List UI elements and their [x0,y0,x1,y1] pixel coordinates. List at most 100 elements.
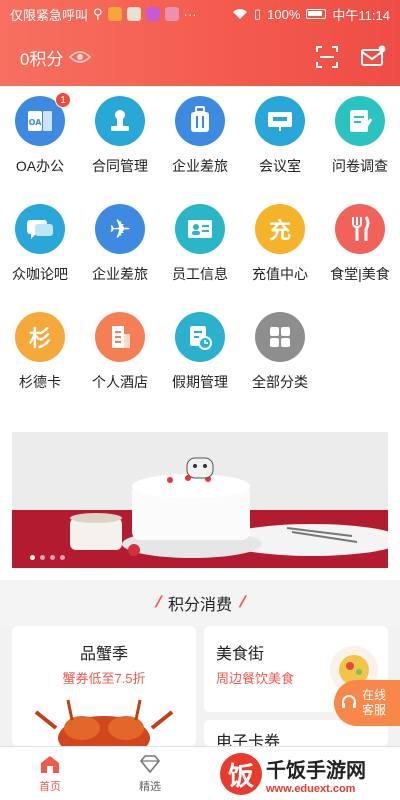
online-service-label-line2: 客服 [362,703,387,717]
carousel-dot[interactable] [30,555,35,560]
diamond-icon [139,754,161,773]
nav-label: 精选 [139,780,161,793]
carousel-dot[interactable] [50,555,55,560]
card-title: 电子卡券 [216,734,281,746]
function-grid: OA 1 OA办公 合同管理 企业差旅 会议室 问卷调查 众咖论吧 ✈ 企业差旅… [0,86,400,410]
oa-document-icon: OA 1 [15,92,71,146]
nav-label: 首页 [39,780,61,793]
luggage-icon [175,96,225,146]
section-header: / 积分消费 / [0,580,400,626]
watermark-name: 千饭手游网 [266,759,366,782]
points-cards: 品蟹季 蟹券低至7.5折 美食街 周边餐饮美食 电子卡券 [12,626,388,746]
notification-badge: 1 [55,92,71,108]
grid-item-label: 假期管理 [172,374,228,390]
grid-row: 众咖论吧 ✈ 企业差旅 员工信息 充 充值中心 食堂|美食 [0,198,400,306]
grid-item-label: 食堂|美食 [330,266,390,282]
svg-text:OA: OA [29,118,43,127]
grid-item-contract[interactable]: 合同管理 [80,90,160,198]
more-notifications-icon: ··· [183,6,197,22]
decor-slash-icon: / [237,594,248,611]
online-service-button[interactable]: 在线 客服 [334,680,400,726]
message-icon[interactable] [360,44,386,70]
grid-item-meeting-room[interactable]: 会议室 [240,90,320,198]
questionnaire-icon [335,96,385,146]
usb-icon: ⚲ [93,6,103,21]
hotel-building-icon [95,312,145,362]
app-notification-icon [164,7,179,21]
grid-item-label: OA办公 [15,158,65,174]
grid-item-label: 合同管理 [92,158,148,174]
points-display[interactable]: 0积分 [20,45,294,70]
home-icon [41,755,59,773]
nav-featured[interactable]: 精选 [100,747,200,800]
grid-item-sand-card[interactable]: 杉 杉德卡 [0,306,80,414]
grid-item-label: 杉德卡 [19,374,61,390]
card-subtitle: 蟹券低至7.5折 [62,671,146,686]
top-header: 仅限紧急呼叫 ⚲ ··· ▯ 100% 中午11:14 0积分 [0,0,400,86]
grid-item-all-categories[interactable]: 全部分类 [240,306,320,414]
recharge-icon: 充 [255,204,305,254]
id-card-icon [175,204,225,254]
crab-season-card[interactable]: 品蟹季 蟹券低至7.5折 [12,626,196,746]
meeting-screen-icon [255,96,305,146]
carousel-dots [30,555,65,560]
grid-item-label: 员工信息 [172,266,228,282]
grid-item-label: 会议室 [259,158,301,174]
grid-item-label: 充值中心 [252,266,308,282]
status-bar: 仅限紧急呼叫 ⚲ ··· ▯ 100% 中午11:14 [0,0,400,28]
grid-item-label: 企业差旅 [172,158,228,174]
grid-item-vacation[interactable]: 假期管理 [160,306,240,414]
battery-saver-icon: ▯ [254,6,262,21]
grid-item-oa[interactable]: OA 1 OA办公 [0,90,80,198]
cake-banner-image [12,432,388,568]
grid-item-hotel[interactable]: 个人酒店 [80,306,160,414]
chat-bubbles-icon [15,204,65,254]
sand-card-icon: 杉 [15,312,65,362]
site-watermark: 饭 千饭手游网 www.eduext.com [220,748,400,800]
section-title: 积分消费 [167,597,232,614]
online-service-label-line1: 在线 [362,688,387,702]
online-service-label: 在线 客服 [362,688,386,718]
grid-item-forum[interactable]: 众咖论吧 [0,198,80,306]
grid-item-business-travel[interactable]: ✈ 企业差旅 [80,198,160,306]
battery-percent: 100% [267,6,301,22]
grid-item-label: 全部分类 [252,374,308,390]
all-categories-icon [255,312,305,362]
grid-item-staff-info[interactable]: 员工信息 [160,198,240,306]
grid-item-survey[interactable]: 问卷调查 [320,90,400,198]
points-label: 0积分 [20,49,64,69]
watermark-text: 千饭手游网 www.eduext.com [266,754,366,795]
scan-icon[interactable] [314,44,340,70]
promo-banner [0,410,400,580]
grid-item-label: 企业差旅 [92,266,148,282]
app-notification-icon [145,7,160,21]
banner-carousel[interactable] [12,432,388,568]
crab-image [34,699,174,746]
battery-icon [306,9,327,19]
watermark-url: www.eduext.com [266,782,356,795]
fork-knife-icon [335,204,385,254]
app-header: 0积分 [0,28,400,86]
carousel-dot[interactable] [60,555,65,560]
app-notification-icon [126,7,141,21]
carousel-dot[interactable] [40,555,45,560]
eye-icon[interactable] [69,50,92,64]
vacation-clock-icon [175,312,225,362]
stamp-icon [95,96,145,146]
watermark-logo: 饭 [220,753,262,795]
nav-home[interactable]: 首页 [0,747,100,800]
card-title: 品蟹季 [79,646,128,663]
grid-item-canteen[interactable]: 食堂|美食 [320,198,400,306]
carrier-text: 仅限紧急呼叫 [10,7,89,23]
airplane-icon: ✈ [95,204,145,254]
grid-row: 杉 杉德卡 个人酒店 假期管理 全部分类 [0,306,400,414]
decor-slash-icon: / [152,594,164,611]
grid-item-label: 问卷调查 [332,158,388,174]
app-notification-icon [107,7,122,21]
headset-icon [342,695,356,708]
grid-row: OA 1 OA办公 合同管理 企业差旅 会议室 问卷调查 [0,90,400,198]
grid-item-travel[interactable]: 企业差旅 [160,90,240,198]
grid-item-label: 个人酒店 [92,374,148,390]
clock-time: 中午11:14 [332,7,390,23]
grid-item-recharge[interactable]: 充 充值中心 [240,198,320,306]
